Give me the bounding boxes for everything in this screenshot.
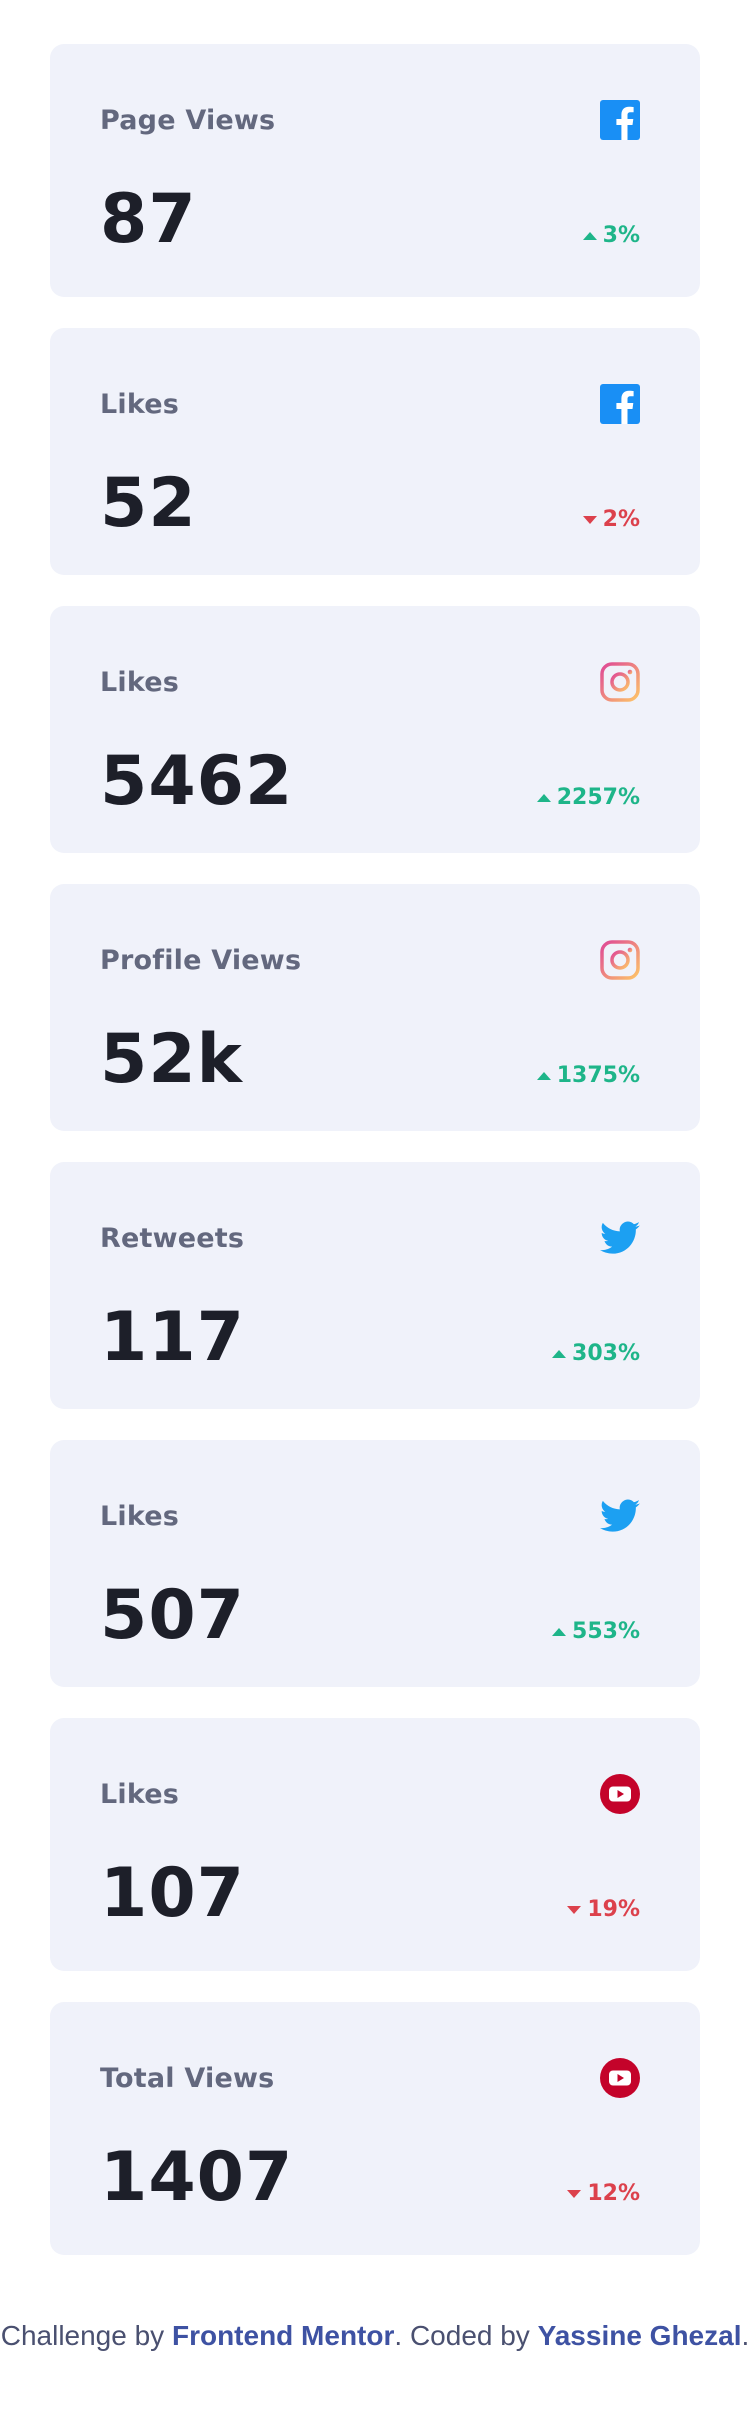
twitter-icon [600,1218,640,1258]
arrow-down-icon [567,2189,582,2198]
facebook-icon [600,100,640,140]
card-label: Likes [100,388,180,420]
overview-card-facebook-page-views: Page Views 87 3% [50,44,700,297]
change-indicator: 3% [582,223,640,248]
change-percent: 1375% [556,1063,640,1088]
change-percent: 12% [587,2181,640,2206]
card-value: 52k [100,1020,243,1099]
frontend-mentor-link[interactable]: Frontend Mentor [172,2320,394,2351]
card-value: 5462 [100,742,294,821]
change-percent: 19% [587,1897,640,1922]
youtube-icon [600,2058,640,2098]
twitter-icon [600,1496,640,1536]
card-label: Page Views [100,104,276,136]
change-indicator: 2257% [536,785,640,810]
change-indicator: 19% [567,1897,640,1922]
change-percent: 303% [572,1341,640,1366]
overview-card-youtube-likes: Likes 107 19% [50,1718,700,1971]
arrow-down-icon [567,1905,582,1914]
card-value: 1407 [100,2138,294,2217]
overview-card-twitter-retweets: Retweets 117 303% [50,1162,700,1409]
card-label: Likes [100,1500,180,1532]
attribution-prefix: Challenge by [0,2320,172,2351]
arrow-up-icon [552,1627,567,1636]
arrow-down-icon [582,515,597,524]
instagram-icon [600,940,640,980]
card-label: Retweets [100,1222,245,1254]
card-value: 52 [100,464,197,543]
overview-card-instagram-profile-views: Profile Views 52k 1375% [50,884,700,1131]
attribution-middle: . Coded by [394,2320,538,2351]
card-label: Profile Views [100,944,302,976]
change-indicator: 303% [552,1341,640,1366]
change-indicator: 12% [567,2181,640,2206]
arrow-up-icon [582,231,597,240]
arrow-up-icon [536,793,551,802]
card-label: Likes [100,1778,180,1810]
youtube-icon [600,1774,640,1814]
arrow-up-icon [552,1349,567,1358]
card-value: 507 [100,1576,245,1655]
overview-card-youtube-total-views: Total Views 1407 12% [50,2002,700,2255]
change-indicator: 553% [552,1619,640,1644]
change-indicator: 1375% [536,1063,640,1088]
change-indicator: 2% [582,507,640,532]
overview-card-facebook-likes: Likes 52 2% [50,328,700,575]
card-label: Likes [100,666,180,698]
author-link[interactable]: Yassine Ghezal [538,2320,742,2351]
instagram-icon [600,662,640,702]
overview-card-instagram-likes: Likes 5462 2257% [50,606,700,853]
attribution: Challenge by Frontend Mentor. Coded by Y… [0,2318,750,2353]
card-value: 117 [100,1298,245,1377]
change-percent: 2% [602,507,640,532]
card-value: 107 [100,1854,245,1933]
change-percent: 2257% [556,785,640,810]
card-label: Total Views [100,2062,275,2094]
change-percent: 553% [572,1619,640,1644]
change-percent: 3% [602,223,640,248]
arrow-up-icon [536,1071,551,1080]
attribution-suffix: . [741,2320,750,2351]
overview-card-twitter-likes: Likes 507 553% [50,1440,700,1687]
overview-cards: Page Views 87 3% Likes 52 2% Likes 5462 … [50,44,700,2286]
facebook-icon [600,384,640,424]
card-value: 87 [100,180,197,259]
